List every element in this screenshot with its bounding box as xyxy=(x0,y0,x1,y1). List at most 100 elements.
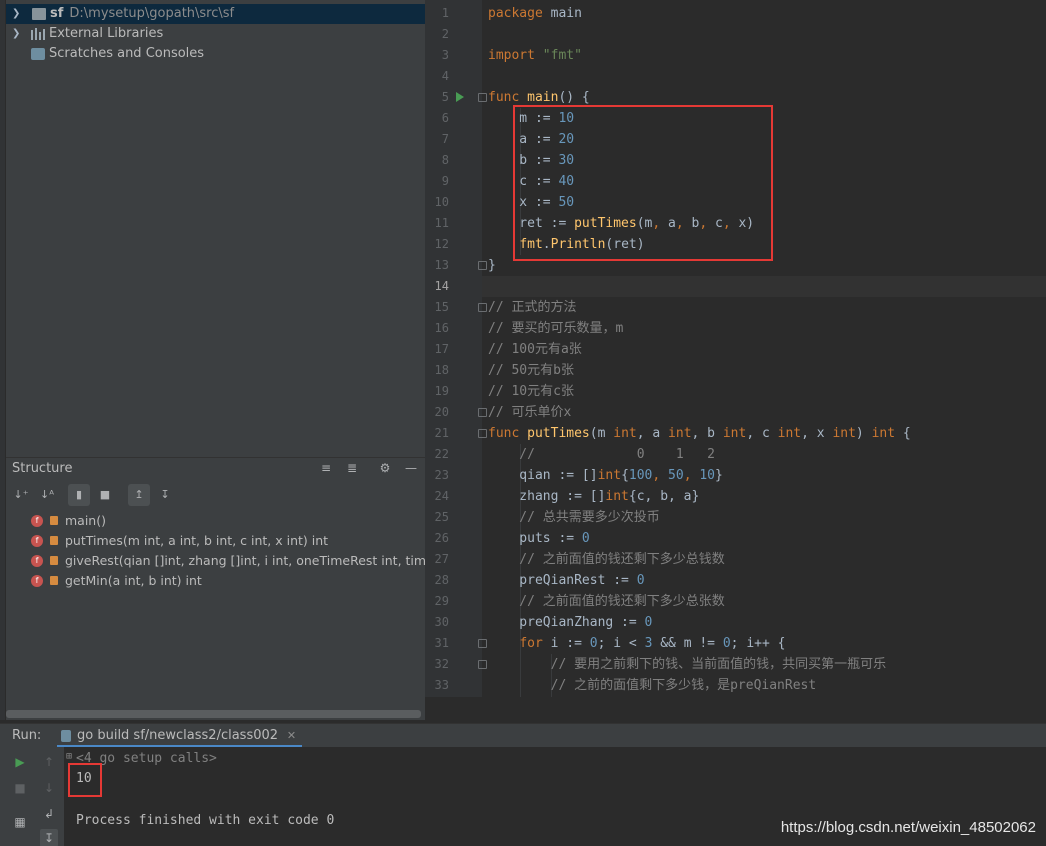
code-line: zhang := []int{c, b, a} xyxy=(488,489,700,504)
code-editor[interactable]: 1 2 3 4 5 6 7 8 9 10 11 12 13 14 15 16 1… xyxy=(425,0,1046,697)
line-number: 10 xyxy=(434,195,449,209)
output-highlight-box xyxy=(68,763,102,797)
line-number: 30 xyxy=(434,615,449,629)
tree-item-label: External Libraries xyxy=(49,26,164,41)
structure-toolbar: ↓⁺ ↓ᴬ ▮ ■ ↥ ↧ xyxy=(6,482,425,508)
fold-icon[interactable] xyxy=(478,408,487,417)
line-number: 2 xyxy=(441,27,449,41)
fold-icon[interactable] xyxy=(478,303,487,312)
line-number: 31 xyxy=(434,636,449,650)
expand-arrow-icon[interactable]: ❯ xyxy=(12,24,20,44)
line-number: 12 xyxy=(434,237,449,251)
show-fields-icon[interactable]: ■ xyxy=(94,484,116,506)
function-icon: f xyxy=(31,575,43,587)
code-line: // 50元有b张 xyxy=(488,363,574,378)
fold-icon[interactable] xyxy=(478,639,487,648)
code-line: // 正式的方法 xyxy=(488,300,577,315)
code-line: qian := []int{100, 50, 10} xyxy=(488,468,723,483)
code-line: preQianRest := 0 xyxy=(488,573,645,588)
minimize-icon[interactable]: — xyxy=(404,461,418,475)
soft-wrap-icon[interactable]: ↲ xyxy=(40,805,58,823)
console-output[interactable]: ⊞ <4 go setup calls> 10 Process finished… xyxy=(64,747,1046,846)
function-icon: f xyxy=(31,555,43,567)
code-line: // 100元有a张 xyxy=(488,342,582,357)
rerun-icon[interactable]: ▶ xyxy=(11,753,29,771)
editor-gutter: 1 2 3 4 5 6 7 8 9 10 11 12 13 14 15 16 1… xyxy=(425,0,487,697)
run-configuration-tab[interactable]: go build sf/newclass2/class002 ✕ xyxy=(57,724,303,748)
line-number: 1 xyxy=(441,6,449,20)
fold-icon[interactable]: ⊞ xyxy=(66,751,72,762)
expand-arrow-icon[interactable]: ❯ xyxy=(12,4,20,24)
highlight-box xyxy=(513,105,773,261)
line-number: 5 xyxy=(441,90,449,104)
tree-item-path: D:\mysetup\gopath\src\sf xyxy=(69,6,235,21)
collapse-all-icon[interactable]: ≣ xyxy=(345,461,359,475)
line-number: 24 xyxy=(434,489,449,503)
autoscroll-from-source-icon[interactable]: ↧ xyxy=(154,484,176,506)
code-line: } xyxy=(488,258,496,273)
structure-item-label: giveRest(qian []int, zhang []int, i int,… xyxy=(65,553,466,568)
scroll-to-end-icon[interactable]: ↧ xyxy=(40,829,58,846)
code-line: // 之前面值的钱还剩下多少总钱数 xyxy=(488,552,725,567)
line-number: 32 xyxy=(434,657,449,671)
line-number: 3 xyxy=(441,48,449,62)
lock-icon xyxy=(50,576,58,585)
code-line: package main xyxy=(488,6,582,21)
line-number: 17 xyxy=(434,342,449,356)
autoscroll-to-source-icon[interactable]: ↥ xyxy=(128,484,150,506)
fold-icon[interactable] xyxy=(478,429,487,438)
structure-header: Structure ≡ ≣ ⚙ — xyxy=(6,457,425,479)
run-gutter-icon[interactable] xyxy=(456,92,464,102)
function-icon: f xyxy=(31,515,43,527)
code-line: // 10元有c张 xyxy=(488,384,574,399)
line-number: 6 xyxy=(441,111,449,125)
close-icon[interactable]: ✕ xyxy=(287,724,296,748)
fold-icon[interactable] xyxy=(478,660,487,669)
fold-icon[interactable] xyxy=(478,93,487,102)
tree-item-sf[interactable]: ❯ sf D:\mysetup\gopath\src\sf xyxy=(6,4,425,24)
down-arrow-icon[interactable]: ↓ xyxy=(40,779,58,797)
line-number: 20 xyxy=(434,405,449,419)
line-number: 21 xyxy=(434,426,449,440)
line-number: 8 xyxy=(441,153,449,167)
line-number: 15 xyxy=(434,300,449,314)
code-line: puts := 0 xyxy=(488,531,590,546)
line-number: 18 xyxy=(434,363,449,377)
line-number: 13 xyxy=(434,258,449,272)
lock-icon xyxy=(50,516,58,525)
structure-item-label: putTimes(m int, a int, b int, c int, x i… xyxy=(65,533,329,548)
code-line: // 总共需要多少次投币 xyxy=(488,510,660,525)
structure-item-label: getMin(a int, b int) int xyxy=(65,573,202,588)
line-number: 11 xyxy=(434,216,449,230)
line-number: 27 xyxy=(434,552,449,566)
fold-icon[interactable] xyxy=(478,261,487,270)
layout-icon[interactable]: ▦ xyxy=(11,813,29,831)
line-number: 23 xyxy=(434,468,449,482)
line-number: 9 xyxy=(441,174,449,188)
line-number: 29 xyxy=(434,594,449,608)
code-line: // 可乐单价x xyxy=(488,405,572,420)
sort-alphabetically-icon[interactable]: ↓ᴬ xyxy=(36,484,58,506)
line-number: 28 xyxy=(434,573,449,587)
run-tab-title: go build sf/newclass2/class002 xyxy=(77,728,279,743)
run-toolbar: ▶ ↑ ■ ↓ ▦ ↲ ↧ xyxy=(0,747,64,846)
run-tab-bar: Run: go build sf/newclass2/class002 ✕ xyxy=(0,723,1046,748)
line-number: 22 xyxy=(434,447,449,461)
code-line: // 要用之前剩下的钱、当前面值的钱，共同买第一瓶可乐 xyxy=(488,657,887,672)
expand-all-icon[interactable]: ≡ xyxy=(319,461,333,475)
code-line: // 之前面值的钱还剩下多少总张数 xyxy=(488,594,725,609)
gear-icon[interactable]: ⚙ xyxy=(378,461,392,475)
horizontal-scrollbar[interactable] xyxy=(6,710,421,718)
line-number: 26 xyxy=(434,531,449,545)
show-private-icon[interactable]: ▮ xyxy=(68,484,90,506)
watermark: https://blog.csdn.net/weixin_48502062 xyxy=(780,819,1036,836)
editor-bottom-strip xyxy=(425,697,1046,720)
code-line: // 要买的可乐数量，m xyxy=(488,321,624,336)
up-arrow-icon[interactable]: ↑ xyxy=(40,753,58,771)
structure-item-label: main() xyxy=(65,513,106,528)
run-label: Run: xyxy=(12,728,42,743)
go-file-icon xyxy=(61,730,71,742)
project-panel: ❯ sf D:\mysetup\gopath\src\sf ❯ External … xyxy=(0,0,465,720)
stop-icon[interactable]: ■ xyxy=(11,779,29,797)
sort-by-visibility-icon[interactable]: ↓⁺ xyxy=(10,484,32,506)
